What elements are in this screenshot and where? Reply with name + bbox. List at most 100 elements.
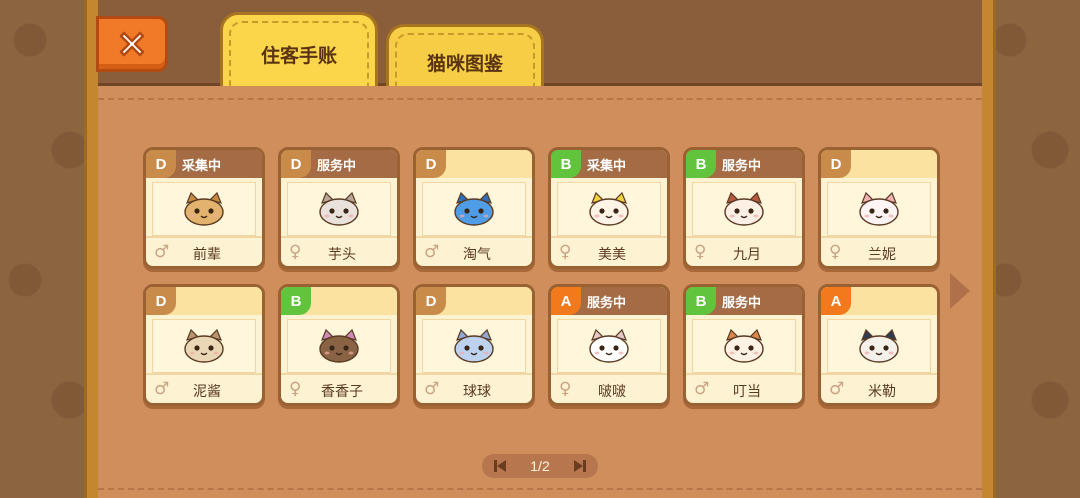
grade-badge: B xyxy=(686,287,716,315)
first-page-icon[interactable] xyxy=(494,459,508,473)
card-footer: ♂ 泥酱 xyxy=(146,373,262,403)
grade-badge: D xyxy=(146,150,176,178)
cat-card[interactable]: D ♂ 淘气 xyxy=(413,147,535,269)
cat-portrait xyxy=(827,319,931,373)
cat-face-icon xyxy=(589,328,629,363)
tab-label: 猫咪图鉴 xyxy=(426,54,503,75)
left-frame xyxy=(84,0,98,498)
cat-card[interactable]: D 服务中 ♀ 芋头 xyxy=(278,147,400,269)
cat-name: 美美 xyxy=(598,246,626,262)
cat-card[interactable]: B ♀ 香香子 xyxy=(278,284,400,406)
next-page-arrow-icon[interactable] xyxy=(950,273,970,309)
card-header: A 服务中 xyxy=(551,287,667,315)
status-label: 服务中 xyxy=(722,295,762,310)
card-footer: ♂ 叮当 xyxy=(686,373,802,403)
card-footer: ♂ 前辈 xyxy=(146,236,262,266)
cat-name: 芋头 xyxy=(328,246,356,262)
cat-card-grid: D 采集中 ♂ 前辈 D 服务中 ♀ 芋头 D ♂ 淘气 B 采集中 ♀ 美美 B 服务中 ♀ 九月 D ♀ 兰妮 D ♂ 泥酱… xyxy=(143,147,940,406)
cat-card[interactable]: D ♀ 兰妮 xyxy=(818,147,940,269)
card-footer: ♂ 米勒 xyxy=(821,373,937,403)
cat-face-icon xyxy=(454,328,494,363)
status-label: 服务中 xyxy=(317,158,357,173)
cat-face-icon xyxy=(454,191,494,226)
cat-face-icon xyxy=(724,191,764,226)
card-header: B 服务中 xyxy=(686,287,802,315)
cat-card[interactable]: D 采集中 ♂ 前辈 xyxy=(143,147,265,269)
card-footer: ♀ 美美 xyxy=(551,236,667,266)
grade-badge: D xyxy=(146,287,176,315)
last-page-icon[interactable] xyxy=(572,459,586,473)
cat-name: 米勒 xyxy=(868,383,896,399)
card-header: B 采集中 xyxy=(551,150,667,178)
status-label: 采集中 xyxy=(182,158,222,173)
pagination: 1/2 xyxy=(482,454,598,478)
cat-name: 九月 xyxy=(733,246,761,262)
grade-badge: D xyxy=(281,150,311,178)
cat-portrait xyxy=(152,182,256,236)
cat-card[interactable]: D ♂ 球球 xyxy=(413,284,535,406)
page-indicator: 1/2 xyxy=(530,458,550,474)
cat-portrait xyxy=(557,319,661,373)
cat-name: 香香子 xyxy=(321,383,363,399)
cat-portrait xyxy=(827,182,931,236)
status-label: 服务中 xyxy=(722,158,762,173)
status-label: 采集中 xyxy=(587,158,627,173)
grade-badge: A xyxy=(821,287,851,315)
tab-guest-journal[interactable]: 住客手账 xyxy=(220,12,378,86)
status-label: 服务中 xyxy=(587,295,627,310)
card-footer: ♀ 九月 xyxy=(686,236,802,266)
card-header: D xyxy=(416,150,532,178)
right-frame xyxy=(982,0,996,498)
card-footer: ♀ 芋头 xyxy=(281,236,397,266)
card-header: D xyxy=(821,150,937,178)
cat-name: 叮当 xyxy=(733,383,761,399)
cat-portrait xyxy=(287,182,391,236)
cat-name: 前辈 xyxy=(193,246,221,262)
card-footer: ♂ 淘气 xyxy=(416,236,532,266)
grade-badge: D xyxy=(416,150,446,178)
card-header: A xyxy=(821,287,937,315)
tab-label: 住客手账 xyxy=(260,46,337,67)
cat-portrait xyxy=(692,182,796,236)
cat-portrait xyxy=(152,319,256,373)
cat-card[interactable]: B 服务中 ♀ 九月 xyxy=(683,147,805,269)
card-header: D xyxy=(146,287,262,315)
cat-face-icon xyxy=(184,191,224,226)
cat-portrait xyxy=(422,319,526,373)
card-footer: ♀ 香香子 xyxy=(281,373,397,403)
cat-face-icon xyxy=(319,328,359,363)
cat-card[interactable]: B 服务中 ♂ 叮当 xyxy=(683,284,805,406)
close-x-icon xyxy=(119,31,145,57)
card-header: D 采集中 xyxy=(146,150,262,178)
cat-face-icon xyxy=(589,191,629,226)
cat-face-icon xyxy=(859,191,899,226)
cat-name: 泥酱 xyxy=(193,383,221,399)
card-footer: ♀ 兰妮 xyxy=(821,236,937,266)
cat-card[interactable]: B 采集中 ♀ 美美 xyxy=(548,147,670,269)
grade-badge: D xyxy=(416,287,446,315)
cat-name: 兰妮 xyxy=(868,246,896,262)
cat-portrait xyxy=(287,319,391,373)
cat-card[interactable]: D ♂ 泥酱 xyxy=(143,284,265,406)
grade-badge: B xyxy=(551,150,581,178)
card-footer: ♂ 球球 xyxy=(416,373,532,403)
cat-portrait xyxy=(692,319,796,373)
tab-cat-encyclopedia[interactable]: 猫咪图鉴 xyxy=(386,24,544,86)
cat-portrait xyxy=(422,182,526,236)
card-header: D xyxy=(416,287,532,315)
grade-badge: A xyxy=(551,287,581,315)
grade-badge: B xyxy=(281,287,311,315)
cat-face-icon xyxy=(859,328,899,363)
cat-card[interactable]: A ♂ 米勒 xyxy=(818,284,940,406)
grade-badge: B xyxy=(686,150,716,178)
cat-name: 球球 xyxy=(463,383,491,399)
close-button[interactable] xyxy=(96,16,168,72)
card-header: D 服务中 xyxy=(281,150,397,178)
cat-portrait xyxy=(557,182,661,236)
card-footer: ♀ 啵啵 xyxy=(551,373,667,403)
cat-face-icon xyxy=(319,191,359,226)
card-header: B xyxy=(281,287,397,315)
cat-name: 啵啵 xyxy=(598,383,626,399)
cat-card[interactable]: A 服务中 ♀ 啵啵 xyxy=(548,284,670,406)
cat-name: 淘气 xyxy=(463,246,491,262)
